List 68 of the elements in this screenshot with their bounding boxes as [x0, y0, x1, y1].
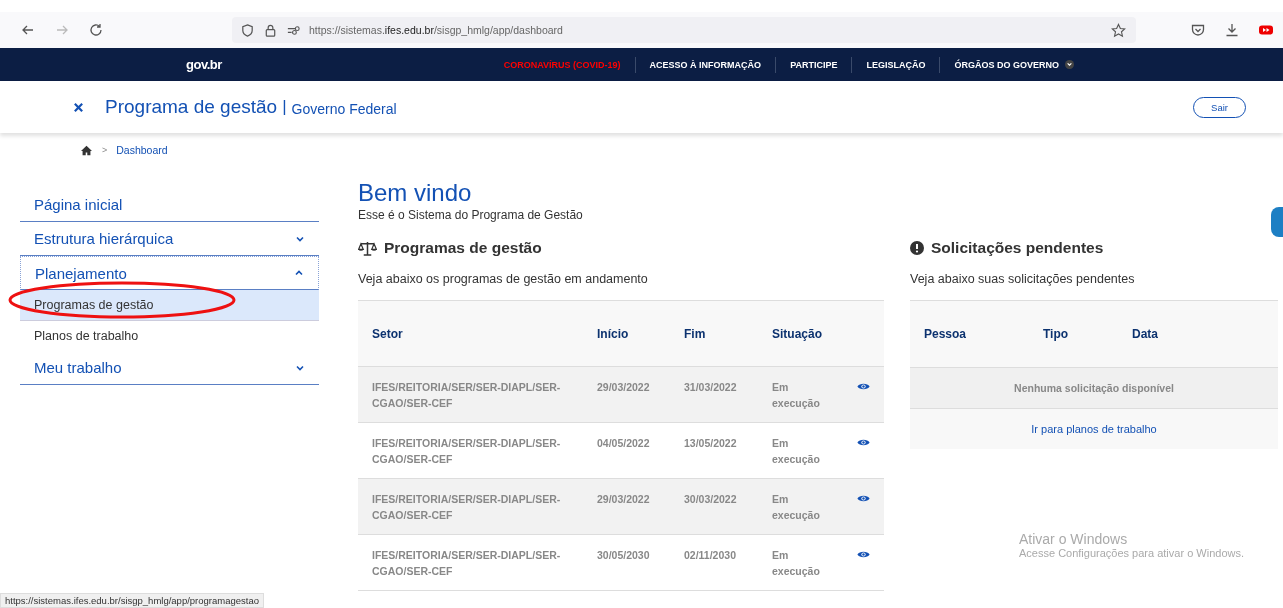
address-bar[interactable]: https://sistemas.ifes.edu.br/sisgp_hmlg/app/dashboard — [232, 17, 1136, 43]
shield-icon — [240, 22, 255, 38]
column-header[interactable]: Fim — [684, 326, 772, 341]
column-header[interactable]: Tipo — [1043, 327, 1132, 341]
alert-icon — [910, 241, 924, 255]
pocket-icon[interactable] — [1190, 22, 1206, 38]
table-cell-text: Em execução — [772, 548, 821, 579]
table-cell-text: Em execução — [772, 492, 821, 523]
table-cell-text: 30/03/2022 — [684, 492, 738, 507]
table-cell-text: IFES/REITORIA/SER/SER-DIAPL/SER-CGAO/SER-CEF — [372, 380, 562, 411]
table-cell-text: 30/05/2030 — [597, 548, 651, 563]
table-cell-text: 29/03/2022 — [597, 492, 651, 507]
section-description: Veja abaixo os programas de gestão em andamento — [358, 272, 649, 288]
empty-message: Nenhuma solicitação disponível — [910, 368, 1278, 409]
activation-text: Acesse Configurações para ativar o Windows. — [1019, 547, 1245, 559]
status-bar-url: https://sistemas.ifes.edu.br/sisgp_hmlg/app/programagestao — [0, 593, 264, 608]
app-subtitle: Governo Federal — [291, 100, 397, 117]
section-description: Veja abaixo suas solicitações pendentes — [910, 272, 1136, 288]
gov-link[interactable]: PARTICIPE — [776, 59, 852, 70]
home-icon[interactable] — [80, 144, 93, 156]
scale-icon — [358, 240, 377, 256]
app-title: Programa de gestão — [105, 96, 278, 118]
gov-link[interactable]: CORONAVÍRUS (COVID-19) — [489, 59, 635, 70]
view-eye-icon[interactable] — [857, 550, 870, 559]
table-cell-text: Em execução — [772, 380, 821, 411]
logout-button[interactable]: Sair — [1193, 96, 1246, 118]
sidebar-item[interactable]: Página inicial — [20, 188, 319, 222]
bookmark-star-icon[interactable] — [1111, 22, 1126, 38]
section-title: Solicitações pendentes — [931, 239, 1104, 257]
view-eye-icon[interactable] — [857, 382, 870, 391]
column-header[interactable]: Início — [597, 326, 684, 341]
view-eye-icon[interactable] — [857, 438, 870, 447]
close-icon[interactable] — [73, 101, 84, 113]
activation-title: Ativar o Windows — [1019, 531, 1129, 547]
table-cell-text: IFES/REITORIA/SER/SER-DIAPL/SER-CGAO/SER-CEF — [372, 436, 562, 467]
table-cell-text: 31/03/2022 — [684, 380, 738, 395]
lock-icon — [263, 22, 278, 38]
title-separator: | — [282, 97, 287, 117]
section-title: Programas de gestão — [384, 239, 542, 257]
gov-link[interactable]: ACESSO À INFORMAÇÃO — [635, 59, 776, 70]
reload-icon[interactable] — [88, 22, 104, 38]
chevron-icon — [294, 268, 304, 278]
table-cell-text: 02/11/2030 — [684, 548, 737, 563]
column-header[interactable]: Situação — [772, 326, 857, 341]
table-cell-text: IFES/REITORIA/SER/SER-DIAPL/SER-CGAO/SER-CEF — [372, 492, 562, 523]
table-cell-text: Em execução — [772, 436, 821, 467]
sidebar-item[interactable]: Meu trabalho — [20, 351, 319, 385]
sidebar-subitem[interactable]: Planos de trabalho — [20, 321, 319, 351]
welcome-title: Bem vindo — [358, 180, 473, 206]
sidebar-subitem[interactable]: Programas de gestão — [20, 290, 319, 321]
table-cell-text: 29/03/2022 — [597, 380, 651, 395]
column-header[interactable]: Data — [1132, 327, 1278, 341]
gov-logo[interactable]: gov.br — [186, 57, 222, 72]
column-header[interactable]: Pessoa — [924, 327, 1043, 341]
welcome-subtitle: Esse é o Sistema do Programa de Gestão — [358, 208, 584, 222]
view-eye-icon[interactable] — [857, 494, 870, 503]
table-cell-text: 04/05/2022 — [597, 436, 651, 451]
table-cell-text: 13/05/2022 — [684, 436, 738, 451]
column-header[interactable]: Setor — [372, 326, 597, 341]
download-icon[interactable] — [1224, 22, 1240, 38]
breadcrumb-separator: > — [102, 145, 108, 155]
dropdown-icon[interactable] — [1065, 60, 1074, 69]
url-text: https://sistemas.ifes.edu.br/sisgp_hmlg/app/dashboard — [309, 24, 563, 36]
table-cell-text: IFES/REITORIA/SER/SER-DIAPL/SER-CGAO/SER-CEF — [372, 548, 562, 579]
sidebar-item[interactable]: Estrutura hierárquica — [20, 222, 319, 256]
breadcrumb-link[interactable]: Dashboard — [116, 144, 168, 156]
gov-link[interactable]: LEGISLAÇÃO — [852, 59, 940, 70]
work-plans-link[interactable]: Ir para planos de trabalho — [1031, 423, 1157, 435]
